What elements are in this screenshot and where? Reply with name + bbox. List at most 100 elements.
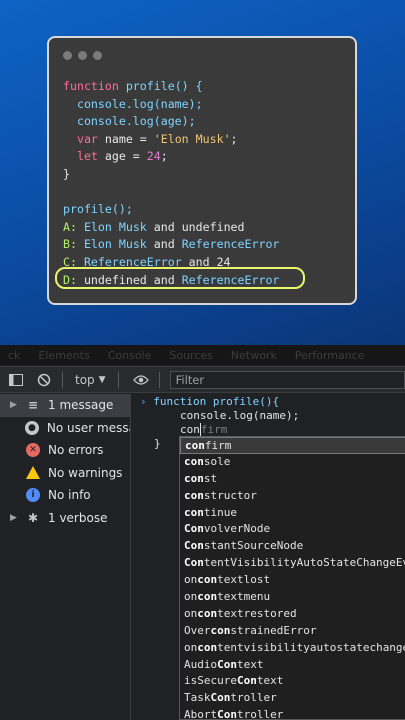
answer-highlight — [55, 267, 305, 289]
autocomplete-pre: Audio — [184, 657, 218, 671]
autocomplete-pre: on — [184, 640, 198, 654]
sidebar-item[interactable]: ▶ ✱ 1 verbose — [0, 507, 130, 530]
code-snippet: function profile() { console.log(name); … — [63, 78, 279, 289]
code-token: console.log(name); — [63, 96, 203, 111]
autocomplete-item[interactable]: const — [180, 471, 405, 488]
devtools-tab[interactable]: Elements — [38, 349, 89, 362]
autocomplete-pre: on — [184, 606, 198, 620]
autocomplete-match: con — [184, 471, 204, 485]
code-token: and — [153, 237, 182, 252]
window-dots — [63, 51, 102, 60]
devtools-tab[interactable]: Performance — [295, 349, 365, 362]
sidebar-item[interactable]: ▶iNo info — [0, 484, 130, 507]
autocomplete-post: structor — [203, 488, 257, 502]
user-icon: ● — [24, 420, 39, 435]
sidebar-item[interactable]: ▶No warnings — [0, 462, 130, 485]
autocomplete-match: con — [184, 454, 204, 468]
devtools-tab[interactable]: Network — [231, 349, 277, 362]
code-token: Elon Musk — [83, 237, 154, 252]
sidebar-item-label: No warnings — [48, 465, 123, 480]
console-code-line: } — [154, 437, 161, 450]
autocomplete-pre: Over — [184, 623, 211, 637]
code-line: profile(); — [63, 201, 279, 219]
toolbar-divider — [158, 371, 160, 388]
toolbar-divider — [62, 371, 63, 388]
autocomplete-post: textmenu — [217, 590, 271, 604]
code-token: profile() { — [125, 79, 203, 93]
console-panel[interactable]: › function profile(){ console.log(name);… — [132, 394, 405, 720]
filter-input[interactable]: Filter — [169, 370, 405, 389]
code-line: B: Elon Musk and ReferenceError — [63, 236, 279, 254]
code-token: B: — [63, 237, 84, 252]
autocomplete-item[interactable]: continue — [180, 505, 405, 522]
code-token: ReferenceError — [181, 237, 280, 252]
autocomplete-post: textrestored — [217, 606, 297, 620]
autocomplete-item[interactable]: constructor — [180, 488, 405, 505]
window-dot — [63, 51, 72, 60]
autocomplete-item[interactable]: OverconstrainedError — [180, 623, 405, 640]
autocomplete-post: strainedError — [230, 623, 317, 637]
code-token: undefined — [181, 219, 245, 234]
window-dot — [78, 51, 87, 60]
autocomplete-match: Con — [184, 556, 204, 570]
autocomplete-item[interactable]: AudioContext — [180, 657, 405, 674]
expand-caret-icon[interactable]: ▶ — [10, 400, 18, 410]
autocomplete-match: con — [185, 439, 205, 452]
autocomplete-post: tentvisibilityautostatechange — [217, 640, 405, 654]
sidebar-toggle-icon[interactable] — [4, 370, 28, 390]
ghost-suggestion: firm — [200, 423, 228, 436]
autocomplete-post: sole — [203, 454, 231, 468]
autocomplete-item[interactable]: AbortController — [180, 707, 405, 720]
console-toolbar: top ▼ Filter — [0, 366, 405, 393]
autocomplete-item[interactable]: oncontextmenu — [180, 589, 405, 606]
expand-caret-icon[interactable]: ▶ — [10, 513, 18, 523]
autocomplete-item[interactable]: oncontentvisibilityautostatechange — [180, 640, 405, 657]
sidebar-item[interactable]: ▶✕No errors — [0, 439, 130, 462]
sidebar-item[interactable]: ▶ ≡ 1 message — [0, 394, 130, 417]
autocomplete-item[interactable]: console — [180, 454, 405, 471]
eye-icon[interactable] — [129, 370, 153, 390]
autocomplete-item[interactable]: isSecureContext — [180, 673, 405, 690]
devtools-tab[interactable]: Sources — [169, 349, 213, 362]
autocomplete-item[interactable]: ContentVisibilityAutoStateChangeEvent — [180, 555, 405, 572]
sidebar-item-label: 1 verbose — [48, 510, 108, 525]
autocomplete-post: tinue — [203, 505, 237, 519]
autocomplete-match: con — [184, 488, 204, 502]
code-line: console.log(age); — [63, 113, 279, 131]
autocomplete-pre: isSecure — [184, 674, 237, 688]
autocomplete-item[interactable]: oncontextlost — [180, 572, 405, 589]
code-token: console.log(age); — [63, 114, 196, 129]
autocomplete-item[interactable]: ConvolverNode — [180, 521, 405, 538]
error-icon: ✕ — [26, 443, 40, 458]
autocomplete-item[interactable]: TaskController — [180, 690, 405, 707]
autocomplete-match: Con — [217, 708, 237, 720]
code-line: let age = 24; — [63, 148, 279, 166]
devtools-tab[interactable]: Console — [108, 349, 152, 362]
autocomplete-item[interactable]: confirm — [180, 437, 405, 454]
sidebar-item[interactable]: ▶●No user messa... — [0, 417, 130, 440]
code-token: age = — [104, 149, 147, 164]
sidebar-item-label: 1 message — [48, 398, 114, 413]
sidebar-item-label: No errors — [48, 443, 104, 458]
context-selector[interactable]: top ▼ — [69, 373, 112, 387]
autocomplete-item[interactable]: ConstantSourceNode — [180, 538, 405, 555]
clear-console-icon[interactable] — [32, 370, 56, 390]
devtools-tab[interactable]: ck — [8, 349, 20, 362]
code-token: } — [63, 166, 70, 181]
autocomplete-match: con — [197, 573, 218, 587]
autocomplete-match: con — [197, 640, 218, 654]
autocomplete-pre: on — [184, 573, 198, 587]
code-token: A: — [63, 219, 84, 234]
code-line: A: Elon Musk and undefined — [63, 219, 279, 237]
code-token: ; — [160, 149, 168, 164]
autocomplete-post: text — [237, 657, 264, 671]
code-token: profile(); — [63, 202, 133, 217]
autocomplete-post: stantSourceNode — [203, 539, 304, 553]
autocomplete-match: Con — [236, 674, 257, 688]
sidebar-item-label: No user messa... — [46, 420, 130, 435]
info-icon: i — [26, 488, 40, 503]
autocomplete-item[interactable]: oncontextrestored — [180, 606, 405, 623]
code-token: name = — [104, 131, 154, 146]
autocomplete-pre: on — [184, 590, 198, 604]
